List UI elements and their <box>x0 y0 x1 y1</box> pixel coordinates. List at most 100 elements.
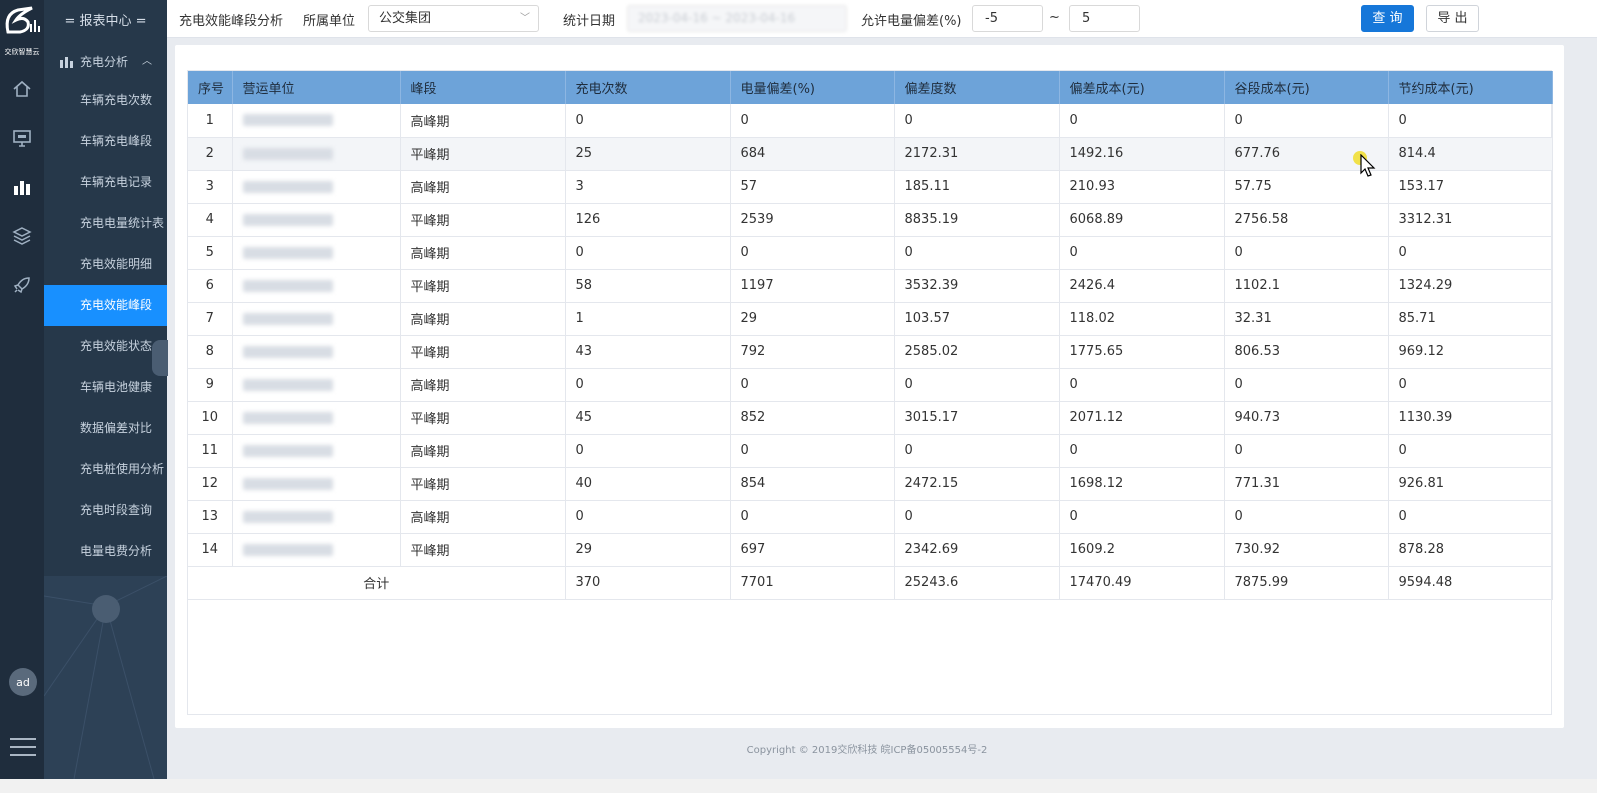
cell-unit-redacted <box>232 269 401 303</box>
table-cell: 684 <box>730 137 895 171</box>
home-icon[interactable] <box>10 78 34 100</box>
query-button[interactable]: 查 询 <box>1361 5 1414 32</box>
bar-chart-icon[interactable] <box>10 176 34 198</box>
menu-item-vehicle-charge-record[interactable]: 车辆充电记录 <box>44 162 167 203</box>
redacted-text <box>242 411 333 424</box>
table-cell: 730.92 <box>1224 533 1389 567</box>
menu-item-charger-usage[interactable]: 充电桩使用分析 <box>44 449 167 490</box>
cell-unit-redacted <box>232 335 401 369</box>
table-cell: 1775.65 <box>1059 335 1225 369</box>
taskbar-strip <box>0 779 1597 793</box>
table-cell: 0 <box>730 434 895 468</box>
menu-item-battery-health[interactable]: 车辆电池健康 <box>44 367 167 408</box>
table-row[interactable]: 6 平峰期 58 1197 3532.39 2426.4 1102.1 1324.29 <box>188 269 1553 303</box>
table-cell: 32.31 <box>1224 302 1389 336</box>
table-cell: 1 <box>188 104 233 138</box>
table-cell: 878.28 <box>1388 533 1553 567</box>
cell-unit-redacted <box>232 368 401 402</box>
total-cell: 7701 <box>730 566 895 600</box>
monitor-icon[interactable] <box>10 127 34 149</box>
table-row[interactable]: 4 平峰期 126 2539 8835.19 6068.89 2756.58 3312.31 <box>188 203 1553 237</box>
report-table-container[interactable]: 序号 营运单位 峰段 充电次数 电量偏差(%) 偏差度数 偏差成本(元) 谷段成… <box>187 70 1553 715</box>
table-row[interactable]: 14 平峰期 29 697 2342.69 1609.2 730.92 878.28 <box>188 533 1553 567</box>
cell-unit-redacted <box>232 401 401 435</box>
table-cell: 2539 <box>730 203 895 237</box>
redacted-text <box>242 510 333 523</box>
table-cell: 10 <box>188 401 233 435</box>
col-header[interactable]: 偏差度数 <box>894 71 1060 104</box>
menu-item-vehicle-charge-peak[interactable]: 车辆充电峰段 <box>44 121 167 162</box>
redacted-text <box>242 477 333 490</box>
table-cell: 0 <box>565 236 731 270</box>
cell-unit-redacted <box>232 467 401 501</box>
unit-select-value: 公交集团 <box>379 11 432 26</box>
table-cell: 0 <box>1059 368 1225 402</box>
menu-item-efficiency-status[interactable]: 充电效能状态 <box>44 326 167 367</box>
col-header[interactable]: 谷段成本(元) <box>1224 71 1389 104</box>
table-cell: 3 <box>188 170 233 204</box>
menu-item-energy-cost[interactable]: 电量电费分析 <box>44 531 167 572</box>
unit-select[interactable]: 公交集团 ﹀ <box>368 5 539 32</box>
table-cell: 3 <box>565 170 731 204</box>
table-cell: 5 <box>188 236 233 270</box>
table-cell: 697 <box>730 533 895 567</box>
layers-icon[interactable] <box>10 225 34 247</box>
deviation-max-input[interactable]: 5 <box>1069 5 1140 32</box>
menu-collapse-handle[interactable] <box>152 340 168 376</box>
redacted-text <box>242 378 333 391</box>
col-header[interactable]: 序号 <box>188 71 233 104</box>
content-card: 序号 营运单位 峰段 充电次数 电量偏差(%) 偏差度数 偏差成本(元) 谷段成… <box>175 45 1564 728</box>
table-cell: 高峰期 <box>400 368 566 402</box>
cell-unit-redacted <box>232 170 401 204</box>
table-cell: 平峰期 <box>400 533 566 567</box>
col-header[interactable]: 峰段 <box>400 71 566 104</box>
table-row[interactable]: 9 高峰期 0 0 0 0 0 0 <box>188 368 1553 402</box>
col-header[interactable]: 充电次数 <box>565 71 731 104</box>
hamburger-icon[interactable] <box>10 738 36 756</box>
deviation-min-input[interactable]: -5 <box>972 5 1043 32</box>
col-header[interactable]: 营运单位 <box>232 71 401 104</box>
table-cell: 0 <box>1388 434 1553 468</box>
table-cell: 平峰期 <box>400 467 566 501</box>
menu-group-label: 充电分析 <box>80 55 129 69</box>
table-cell: 854 <box>730 467 895 501</box>
cell-unit-redacted <box>232 533 401 567</box>
footer-copyright: Copyright © 2019交欣科技 皖ICP备05005554号-2 <box>746 745 988 756</box>
table-row[interactable]: 10 平峰期 45 852 3015.17 2071.12 940.73 1130.39 <box>188 401 1553 435</box>
table-total-row: 合计 370 7701 25243.6 17470.49 7875.99 9594.48 <box>188 566 1553 600</box>
table-cell: 2342.69 <box>894 533 1060 567</box>
table-row[interactable]: 1 高峰期 0 0 0 0 0 0 <box>188 104 1553 138</box>
table-cell: 7 <box>188 302 233 336</box>
menu-item-time-slot-query[interactable]: 充电时段查询 <box>44 490 167 531</box>
table-row[interactable]: 12 平峰期 40 854 2472.15 1698.12 771.31 926.81 <box>188 467 1553 501</box>
table-row[interactable]: 7 高峰期 1 29 103.57 118.02 32.31 85.71 <box>188 302 1553 336</box>
table-cell: 8835.19 <box>894 203 1060 237</box>
menu-item-efficiency-peak[interactable]: 充电效能峰段 <box>44 285 167 326</box>
table-cell: 1102.1 <box>1224 269 1389 303</box>
menu-item-charge-energy-stats[interactable]: 充电电量统计表 <box>44 203 167 244</box>
redacted-text <box>242 312 333 325</box>
avatar[interactable]: ad <box>9 668 37 696</box>
table-row[interactable]: 13 高峰期 0 0 0 0 0 0 <box>188 500 1553 534</box>
table-row[interactable]: 5 高峰期 0 0 0 0 0 0 <box>188 236 1553 270</box>
table-row[interactable]: 2 平峰期 25 684 2172.31 1492.16 677.76 814.4 <box>188 137 1553 171</box>
table-cell: 852 <box>730 401 895 435</box>
table-cell: 0 <box>894 434 1060 468</box>
table-row[interactable]: 8 平峰期 43 792 2585.02 1775.65 806.53 969.12 <box>188 335 1553 369</box>
table-row[interactable]: 3 高峰期 3 57 185.11 210.93 57.75 153.17 <box>188 170 1553 204</box>
col-header[interactable]: 节约成本(元) <box>1388 71 1553 104</box>
table-row[interactable]: 11 高峰期 0 0 0 0 0 0 <box>188 434 1553 468</box>
table-cell: 12 <box>188 467 233 501</box>
redacted-text <box>242 543 333 556</box>
col-header[interactable]: 偏差成本(元) <box>1059 71 1225 104</box>
export-button[interactable]: 导 出 <box>1426 5 1479 32</box>
date-range-picker[interactable]: 2023-04-16 ~ 2023-04-16 <box>627 5 847 32</box>
table-cell: 792 <box>730 335 895 369</box>
rocket-icon[interactable] <box>10 274 34 296</box>
menu-item-vehicle-charge-count[interactable]: 车辆充电次数 <box>44 80 167 121</box>
menu-item-deviation-compare[interactable]: 数据偏差对比 <box>44 408 167 449</box>
col-header[interactable]: 电量偏差(%) <box>730 71 895 104</box>
menu-item-efficiency-detail[interactable]: 充电效能明细 <box>44 244 167 285</box>
table-cell: 126 <box>565 203 731 237</box>
menu-group-charge-analysis[interactable]: 充电分析 ︿ <box>44 44 167 80</box>
